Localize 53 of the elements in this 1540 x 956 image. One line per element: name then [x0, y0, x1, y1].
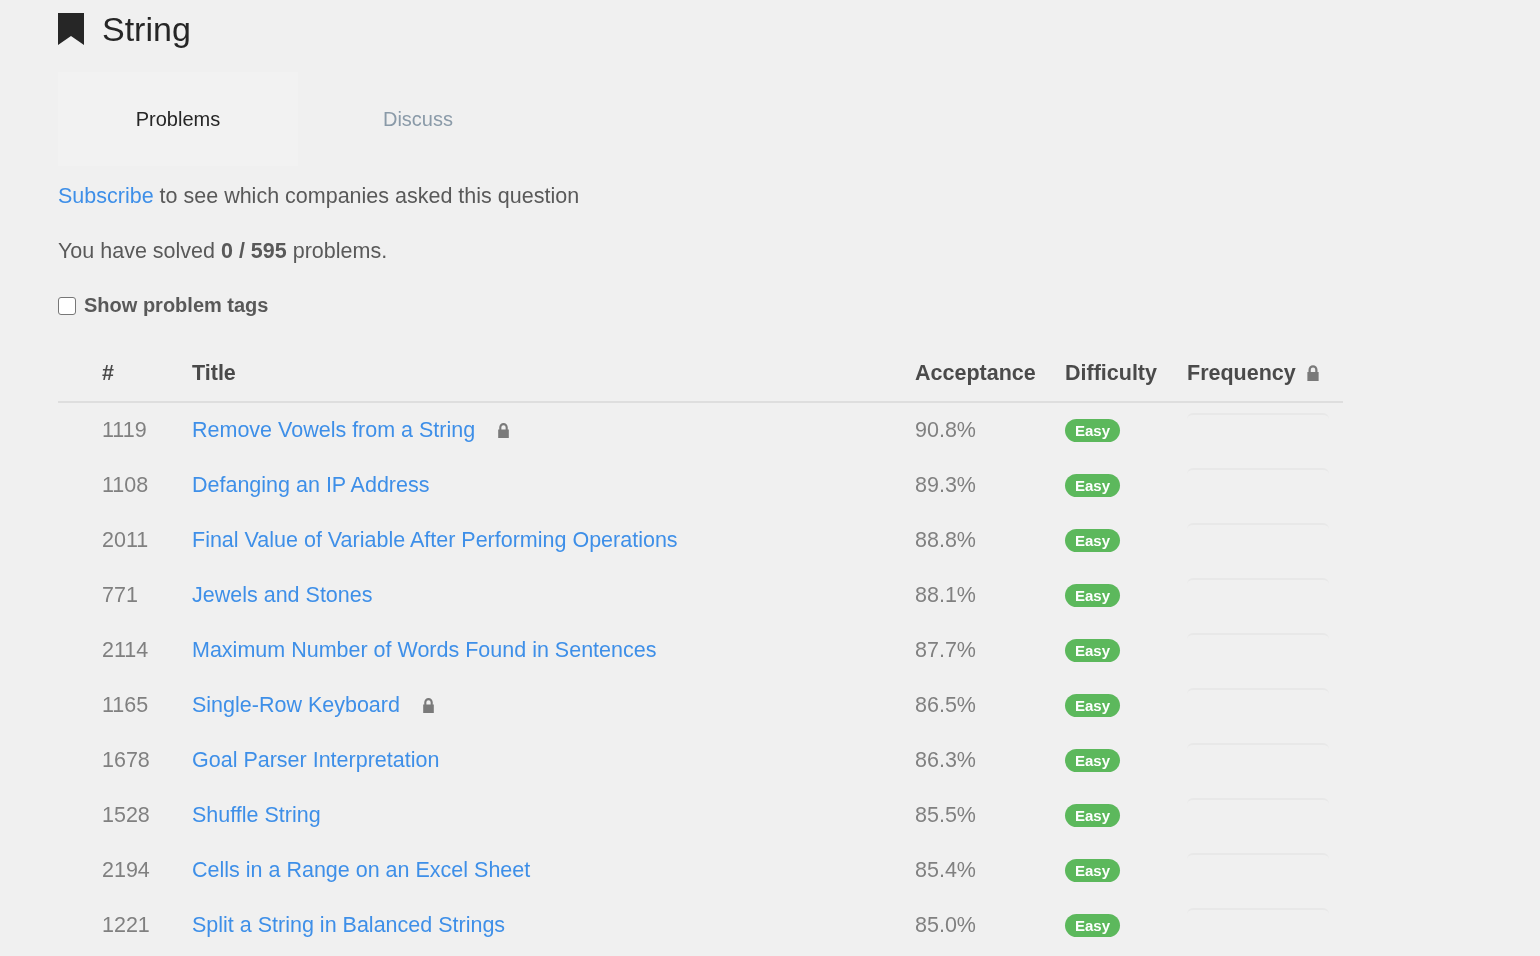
- problem-number: 1108: [102, 473, 149, 497]
- subscribe-message: Subscribe to see which companies asked this question: [58, 184, 581, 209]
- column-header: Title: [192, 360, 236, 386]
- problem-number: 2114: [102, 638, 149, 662]
- difficulty-badge: Easy: [1065, 859, 1121, 882]
- difficulty-badge: Easy: [1065, 804, 1121, 827]
- column-header: Frequency: [1187, 360, 1296, 386]
- problem-number: 2194: [102, 858, 150, 882]
- acceptance-rate: 86.5%: [915, 693, 976, 717]
- difficulty-badge: Easy: [1065, 694, 1121, 717]
- bookmark-icon: [58, 13, 84, 45]
- difficulty-badge: Easy: [1065, 474, 1121, 497]
- problem-number: 771: [102, 583, 138, 607]
- column-header: Difficulty: [1065, 360, 1157, 386]
- problem-number: 1119: [102, 418, 147, 442]
- column-header: Acceptance: [915, 360, 1036, 386]
- acceptance-rate: 85.5%: [915, 803, 976, 827]
- difficulty-badge: Easy: [1065, 639, 1121, 662]
- problem-title-link[interactable]: Shuffle String: [192, 803, 321, 828]
- subscribe-link[interactable]: Subscribe: [58, 184, 154, 208]
- problem-title-link[interactable]: Defanging an IP Address: [192, 473, 430, 498]
- problem-number: 1165: [102, 693, 149, 717]
- acceptance-rate: 85.0%: [915, 913, 976, 937]
- problem-number: 2011: [102, 528, 149, 552]
- acceptance-rate: 87.7%: [915, 638, 976, 662]
- problem-number: 1678: [102, 748, 150, 772]
- checkbox-label: Show problem tags: [84, 294, 269, 317]
- difficulty-badge: Easy: [1065, 914, 1121, 937]
- difficulty-badge: Easy: [1065, 584, 1121, 607]
- problem-title-link[interactable]: Maximum Number of Words Found in Sentences: [192, 638, 657, 663]
- problem-title-link[interactable]: Remove Vowels from a String: [192, 418, 476, 443]
- checkbox[interactable]: [58, 296, 76, 315]
- acceptance-rate: 90.8%: [915, 418, 976, 442]
- problem-title-link[interactable]: Goal Parser Interpretation: [192, 748, 440, 773]
- acceptance-rate: 89.3%: [915, 473, 976, 497]
- problem-title-link[interactable]: Single-Row Keyboard: [192, 693, 400, 718]
- difficulty-badge: Easy: [1065, 419, 1121, 442]
- acceptance-rate: 85.4%: [915, 858, 976, 882]
- difficulty-badge: Easy: [1065, 749, 1121, 772]
- problem-title-link[interactable]: Final Value of Variable After Performing Operations: [192, 528, 678, 553]
- difficulty-badge: Easy: [1065, 529, 1121, 552]
- acceptance-rate: 86.3%: [915, 748, 976, 772]
- problem-number: 1528: [102, 803, 150, 827]
- tab[interactable]: Discuss: [298, 72, 538, 166]
- solved-count-text: You have solved 0 / 595 problems.: [58, 239, 389, 264]
- problem-number: 1221: [102, 913, 150, 937]
- problem-title-link[interactable]: Cells in a Range on an Excel Sheet: [192, 858, 531, 883]
- acceptance-rate: 88.8%: [915, 528, 976, 552]
- column-header: #: [102, 360, 114, 385]
- acceptance-rate: 88.1%: [915, 583, 976, 607]
- page-title: String: [102, 9, 191, 49]
- problem-title-link[interactable]: Jewels and Stones: [192, 583, 373, 608]
- problem-title-link[interactable]: Split a String in Balanced Strings: [192, 913, 506, 938]
